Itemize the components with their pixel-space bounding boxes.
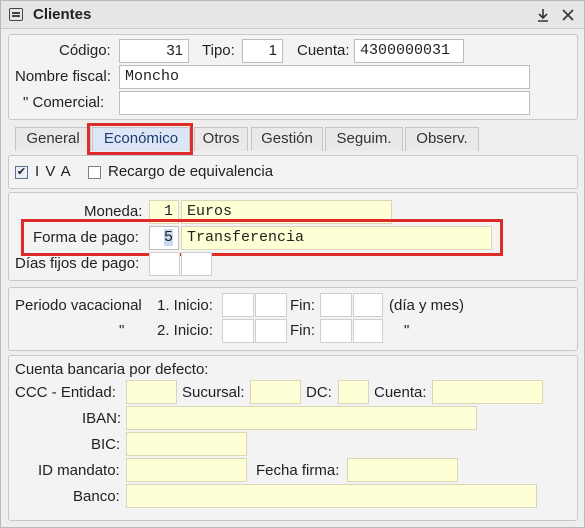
dia-fijo-2-field[interactable] [181, 252, 212, 276]
id-mandato-label: ID mandato: [38, 462, 120, 479]
window-menu-icon[interactable] [9, 8, 23, 21]
comercial-label: " Comercial: [23, 94, 105, 111]
dc-label: DC: [306, 384, 332, 401]
moneda-label: Moneda: [84, 203, 143, 220]
tab-seguim[interactable]: Seguim. [325, 127, 403, 151]
clientes-window: Clientes Código: 31 Tipo: 1 Cuenta: 4300… [0, 0, 585, 528]
periodo-1-inicio-label: 1. Inicio: [157, 297, 213, 314]
bic-label: BIC: [91, 436, 121, 453]
cuenta-field[interactable]: 4300000031 [354, 39, 464, 63]
fecha-firma-field[interactable] [347, 458, 458, 482]
periodo-2-inicio-label: 2. Inicio: [157, 322, 213, 339]
periodo-2-fin-label: Fin: [290, 322, 316, 339]
tab-general[interactable]: General [15, 127, 91, 151]
tipo-label: Tipo: [202, 42, 235, 59]
recargo-checkbox[interactable] [88, 166, 101, 179]
id-mandato-field[interactable] [126, 458, 247, 482]
periodo-2-fin-dia-field[interactable] [320, 319, 352, 343]
forma-pago-code-value: 5 [163, 229, 173, 246]
periodo-1-inicio-dia-field[interactable] [222, 293, 254, 317]
forma-pago-code-field[interactable]: 5 [149, 226, 179, 250]
dia-mes-hint: (día y mes) [389, 297, 465, 314]
dias-fijos-label: Días fijos de pago: [15, 255, 140, 272]
ccc-entidad-label: CCC - Entidad: [15, 384, 116, 401]
nombre-fiscal-label: Nombre fiscal: [15, 68, 111, 85]
minimize-download-icon[interactable] [532, 4, 554, 26]
ccc-entidad-field[interactable] [126, 380, 177, 404]
iban-field[interactable] [126, 406, 477, 430]
periodo-2-inicio-dia-field[interactable] [222, 319, 254, 343]
periodo-1-fin-label: Fin: [290, 297, 316, 314]
dc-field[interactable] [338, 380, 369, 404]
banco-label: Banco: [73, 488, 120, 505]
tab-economico[interactable]: Económico [92, 127, 190, 151]
moneda-code-field[interactable]: 1 [149, 200, 179, 224]
cuenta-label: Cuenta: [297, 42, 350, 59]
bic-field[interactable] [126, 432, 247, 456]
periodo-1-inicio-mes-field[interactable] [255, 293, 287, 317]
sucursal-label: Sucursal: [182, 384, 245, 401]
nombre-fiscal-field[interactable]: Moncho [119, 65, 530, 89]
comercial-field[interactable] [119, 91, 530, 115]
iban-label: IBAN: [82, 410, 122, 427]
tab-observ[interactable]: Observ. [405, 127, 479, 151]
iva-checkbox[interactable]: ✔ [15, 166, 28, 179]
dia-mes-hint-2-quote: " [404, 322, 410, 339]
codigo-field[interactable]: 31 [119, 39, 189, 63]
forma-pago-name-field: Transferencia [181, 226, 492, 250]
window-title: Clientes [33, 6, 92, 23]
sucursal-field[interactable] [250, 380, 301, 404]
periodo-2-quote: " [119, 322, 125, 339]
tipo-field[interactable]: 1 [242, 39, 283, 63]
cuenta-bancaria-label: Cuenta bancaria por defecto: [15, 361, 209, 378]
periodo-2-inicio-mes-field[interactable] [255, 319, 287, 343]
codigo-label: Código: [59, 42, 111, 59]
periodo-2-fin-mes-field[interactable] [353, 319, 383, 343]
periodo-1-fin-dia-field[interactable] [320, 293, 352, 317]
moneda-name-field: Euros [181, 200, 392, 224]
banco-field[interactable] [126, 484, 537, 508]
periodo-1-fin-mes-field[interactable] [353, 293, 383, 317]
recargo-label: Recargo de equivalencia [108, 163, 274, 180]
dia-fijo-1-field[interactable] [149, 252, 180, 276]
fecha-firma-label: Fecha firma: [256, 462, 340, 479]
title-bar: Clientes [1, 1, 584, 29]
periodo-vacacional-label: Periodo vacacional [15, 297, 142, 314]
iva-label: I V A [35, 163, 72, 180]
close-icon[interactable] [557, 4, 579, 26]
tab-otros[interactable]: Otros [194, 127, 248, 151]
tab-gestion[interactable]: Gestión [251, 127, 323, 151]
forma-pago-label: Forma de pago: [33, 229, 139, 246]
bank-cuenta-label: Cuenta: [374, 384, 427, 401]
bank-cuenta-field[interactable] [432, 380, 543, 404]
